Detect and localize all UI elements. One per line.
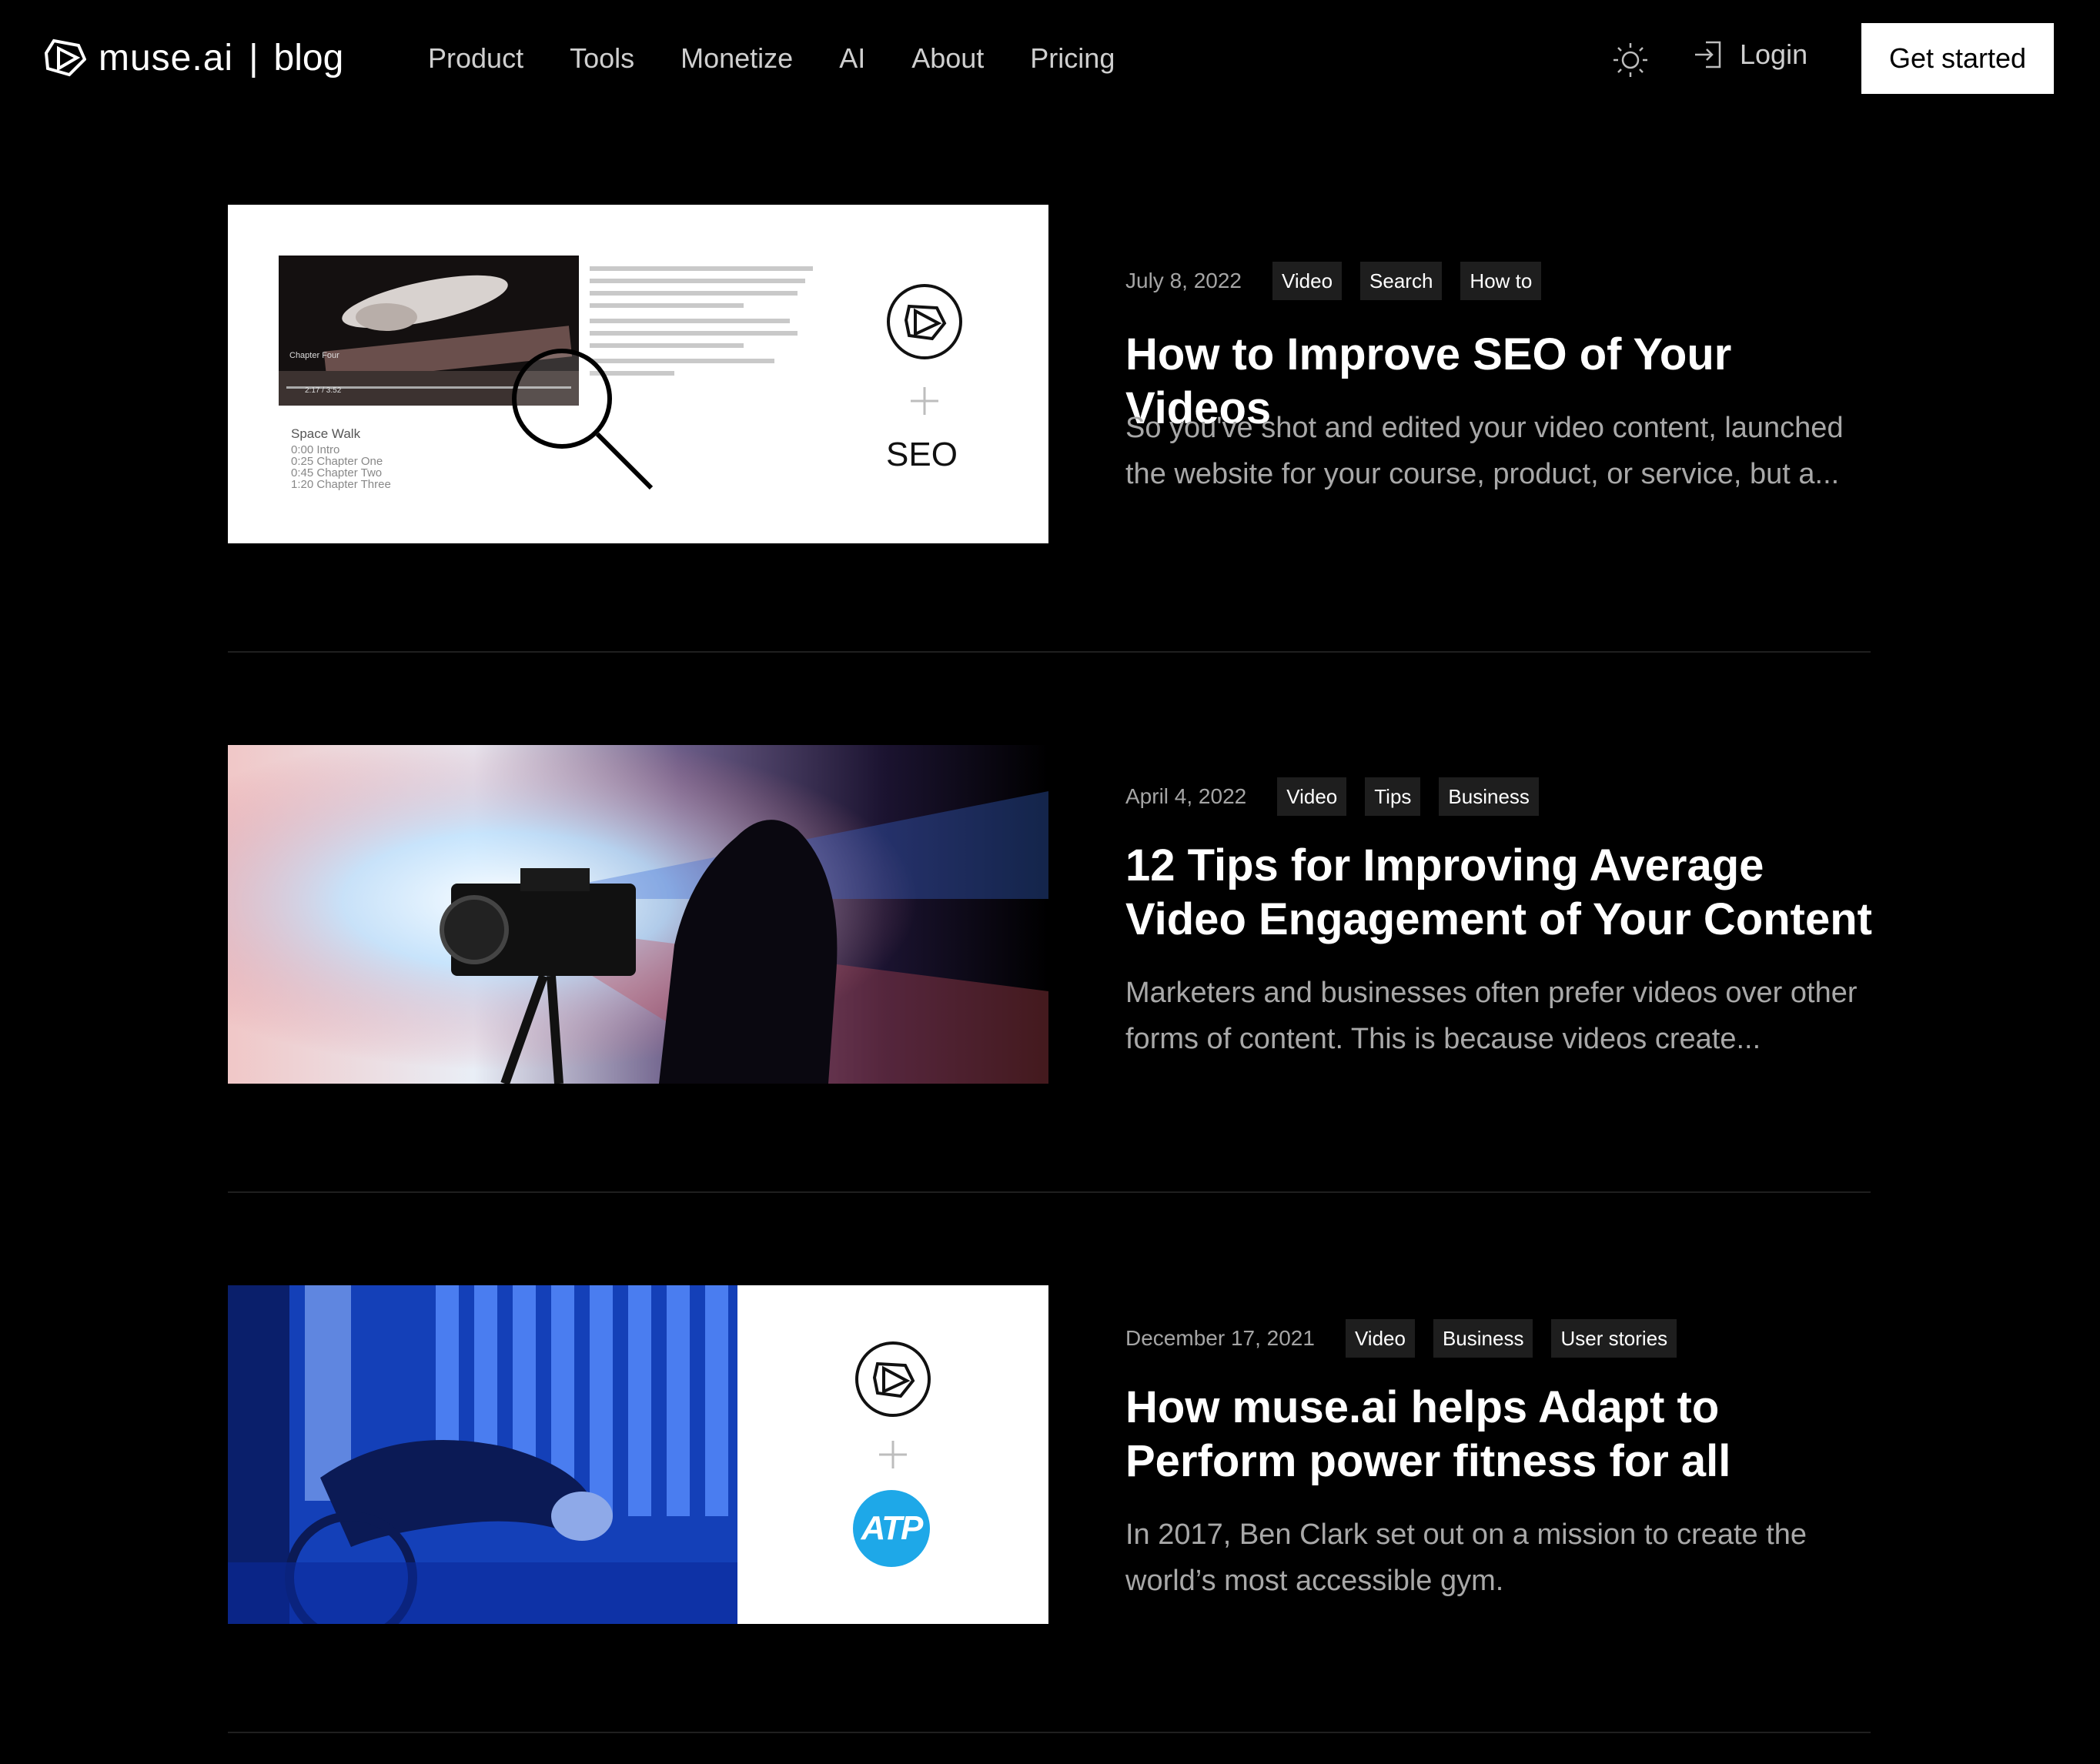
atp-logo-text: ATP xyxy=(861,1509,924,1547)
post-excerpt: So you've shot and edited your video con… xyxy=(1125,412,1844,490)
login-link[interactable]: Login xyxy=(1692,38,1807,71)
plus-icon xyxy=(879,1441,907,1468)
muse-logo-icon xyxy=(44,38,86,77)
camera-operator-image xyxy=(228,745,1048,1084)
post-tag[interactable]: How to xyxy=(1460,262,1542,300)
post-thumbnail-seo[interactable]: Chapter Four 2:17 / 3:52 Space Walk 0:00… xyxy=(228,205,1048,543)
chapter-item: 0:00 Intro xyxy=(291,443,340,456)
post-excerpt: Marketers and businesses often prefer vi… xyxy=(1125,977,1858,1055)
post-tag[interactable]: Search xyxy=(1360,262,1443,300)
muse-logo-icon xyxy=(887,284,962,359)
post-title[interactable]: How muse.ai helps Adapt to Perform power… xyxy=(1125,1381,1888,1488)
atp-logo-icon: ATP xyxy=(853,1490,930,1567)
post-meta: December 17, 2021 Video Business User st… xyxy=(1125,1319,1695,1358)
post-title[interactable]: 12 Tips for Improving Average Video Enga… xyxy=(1125,839,1888,947)
theme-toggle-button[interactable] xyxy=(1610,40,1650,80)
post-divider xyxy=(228,1191,1871,1193)
top-navigation-bar: muse.ai | blog Product Tools Monetize AI… xyxy=(0,0,2100,117)
post-tag[interactable]: Business xyxy=(1433,1319,1533,1358)
post-meta: April 4, 2022 Video Tips Business xyxy=(1125,777,1557,816)
nav-item-product[interactable]: Product xyxy=(428,38,523,79)
post-meta: July 8, 2022 Video Search How to xyxy=(1125,262,1560,300)
partner-logo-panel: ATP xyxy=(737,1285,1048,1624)
video-time: 2:17 / 3:52 xyxy=(305,386,342,395)
post-divider xyxy=(228,651,1871,653)
login-icon xyxy=(1695,41,1721,68)
post-date: July 8, 2022 xyxy=(1125,269,1242,292)
blog-post-card[interactable]: Chapter Four 2:17 / 3:52 Space Walk 0:00… xyxy=(228,205,1871,543)
chapter-item: 1:20 Chapter Three xyxy=(291,478,391,491)
brand-section: blog xyxy=(273,37,344,79)
blog-post-card[interactable]: ATP December 17, 2021 Video Business Use… xyxy=(228,1285,1871,1624)
get-started-button[interactable]: Get started xyxy=(1861,23,2054,94)
post-divider xyxy=(228,1732,1871,1733)
post-tag[interactable]: User stories xyxy=(1551,1319,1677,1358)
seo-label: SEO xyxy=(886,436,958,473)
plus-icon xyxy=(911,387,938,415)
post-excerpt: In 2017, Ben Clark set out on a mission … xyxy=(1125,1518,1807,1597)
nav-item-ai[interactable]: AI xyxy=(839,38,865,79)
brand-logo-link[interactable]: muse.ai | blog xyxy=(43,31,343,85)
nav-item-pricing[interactable]: Pricing xyxy=(1030,38,1115,79)
sun-icon xyxy=(1613,43,1647,77)
chapter-heading: Space Walk xyxy=(291,426,361,441)
brand-name: muse.ai xyxy=(99,37,234,79)
magnifier-icon xyxy=(512,349,654,490)
main-nav: Product Tools Monetize AI About Pricing xyxy=(428,38,1161,79)
chapter-item: 0:45 Chapter Two xyxy=(291,466,383,479)
post-date: April 4, 2022 xyxy=(1125,784,1247,808)
nav-item-about[interactable]: About xyxy=(911,38,984,79)
video-chapter-label: Chapter Four xyxy=(289,351,339,360)
post-tag[interactable]: Tips xyxy=(1365,777,1421,816)
chapter-list: Space Walk 0:00 Intro 0:25 Chapter One 0… xyxy=(291,426,391,491)
post-thumbnail-atp[interactable]: ATP xyxy=(228,1285,1048,1624)
blog-post-card[interactable]: April 4, 2022 Video Tips Business 12 Tip… xyxy=(228,745,1872,1084)
login-label: Login xyxy=(1740,38,1808,70)
post-thumbnail-camera[interactable] xyxy=(228,745,1048,1084)
gym-athlete-image xyxy=(228,1285,737,1624)
nav-item-tools[interactable]: Tools xyxy=(570,38,634,79)
chapter-item: 0:25 Chapter One xyxy=(291,455,383,468)
brand-separator: | xyxy=(249,37,259,79)
post-tag[interactable]: Video xyxy=(1345,1319,1415,1358)
post-date: December 17, 2021 xyxy=(1125,1326,1315,1350)
post-tag[interactable]: Business xyxy=(1439,777,1539,816)
post-tag[interactable]: Video xyxy=(1277,777,1347,816)
nav-item-monetize[interactable]: Monetize xyxy=(680,38,793,79)
post-tag[interactable]: Video xyxy=(1272,262,1343,300)
muse-logo-icon xyxy=(855,1341,931,1417)
